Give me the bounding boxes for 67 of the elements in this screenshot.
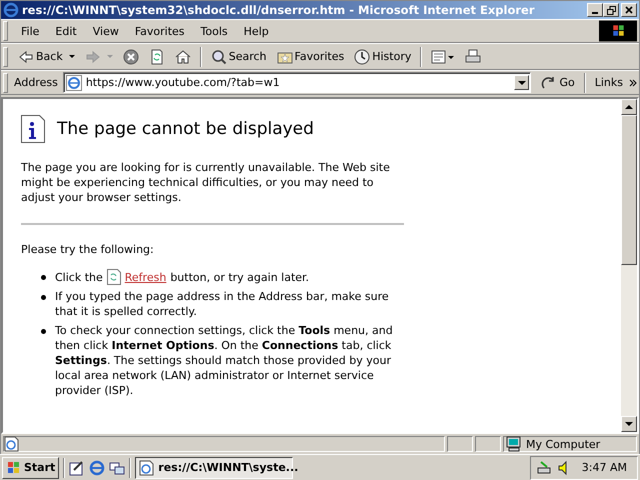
close-button[interactable] xyxy=(621,3,637,17)
menu-item[interactable]: File xyxy=(14,22,46,40)
bullet-icon xyxy=(41,275,46,280)
stop-icon xyxy=(122,48,139,64)
suggestion-text: Click the xyxy=(55,270,103,284)
restore-button[interactable] xyxy=(603,3,619,17)
windows-logo xyxy=(6,460,22,476)
restore-icon xyxy=(606,6,616,14)
search-button[interactable]: Search xyxy=(206,46,271,66)
home-icon xyxy=(174,48,191,64)
close-icon xyxy=(625,6,633,14)
bullet-icon xyxy=(41,295,46,300)
browser-icon xyxy=(3,2,19,18)
minimize-button[interactable] xyxy=(587,3,603,17)
go-button[interactable]: Go xyxy=(537,72,579,92)
info-icon xyxy=(21,115,45,143)
back-button[interactable]: Back xyxy=(14,46,79,66)
favorites-button[interactable]: Favorites xyxy=(272,46,348,66)
refresh-link[interactable]: Refresh xyxy=(124,270,166,284)
instructions-label: Please try the following: xyxy=(21,242,155,257)
page-icon xyxy=(66,74,82,90)
menu-item[interactable]: Edit xyxy=(48,22,84,40)
forward-arrow-icon xyxy=(84,48,101,64)
caret-icon xyxy=(106,54,113,58)
clock: 3:47 AM xyxy=(582,461,627,474)
page-icon xyxy=(4,436,20,452)
refresh-icon xyxy=(106,269,121,285)
error-description: The page you are looking for is currently unavailable. The Web site might be experiencing technical difficulties, or you may need to adjust your browser settings. xyxy=(21,160,391,205)
search-icon xyxy=(210,48,227,64)
suggestion-text: To check your connection settings, click the Tools menu, and then click Internet Options. On the Connections tab, click Settings. The settings should match those provided by your local area network (LAN) administrator or Internet service provider (ISP). xyxy=(55,323,394,398)
address-label: Address xyxy=(14,76,59,89)
caret-icon xyxy=(68,54,75,58)
page-heading: The page cannot be displayed xyxy=(57,122,314,136)
printer-icon xyxy=(465,48,482,64)
windows-logo xyxy=(599,20,637,42)
menu-item[interactable]: Help xyxy=(236,22,276,40)
up-arrow-icon xyxy=(625,105,633,109)
refresh-icon xyxy=(148,48,165,64)
dropdown-button[interactable] xyxy=(514,75,530,90)
window-title: res://C:\WINNT\system32\shdoclc.dll/dnserror.htm - Microsoft Internet Explorer xyxy=(22,3,534,17)
bullet-icon xyxy=(41,329,46,334)
clock-icon xyxy=(354,48,370,64)
down-arrow-icon xyxy=(625,422,633,426)
history-button[interactable]: History xyxy=(350,46,416,66)
back-arrow-icon xyxy=(18,48,34,64)
suggestion-text: button, or try again later. xyxy=(170,270,310,284)
status-pane xyxy=(475,436,501,452)
zone-label: My Computer xyxy=(526,438,600,450)
start-button[interactable]: Start xyxy=(2,456,60,478)
caret-icon xyxy=(518,80,526,84)
desktop-icon[interactable] xyxy=(69,460,86,476)
address-field[interactable]: https://www.youtube.com/?tab=w1 xyxy=(62,72,532,93)
menu-item[interactable]: Favorites xyxy=(128,22,192,40)
links-button[interactable]: Links xyxy=(590,74,627,91)
computer-icon xyxy=(506,436,522,452)
menu-item[interactable]: View xyxy=(86,22,126,40)
scroll-thumb[interactable] xyxy=(621,115,637,265)
network-icon[interactable] xyxy=(537,460,553,476)
status-pane xyxy=(447,436,473,452)
channels-icon[interactable] xyxy=(109,460,126,476)
menu-item[interactable]: Tools xyxy=(194,22,235,40)
page-icon xyxy=(139,460,156,476)
scroll-down-button[interactable] xyxy=(621,416,637,432)
suggestion-text: If you typed the page address in the Address bar, make sure that it is spelled correctly. xyxy=(55,289,390,319)
chevron-icon xyxy=(629,78,637,86)
document-icon xyxy=(431,48,456,64)
scroll-up-button[interactable] xyxy=(621,99,637,115)
